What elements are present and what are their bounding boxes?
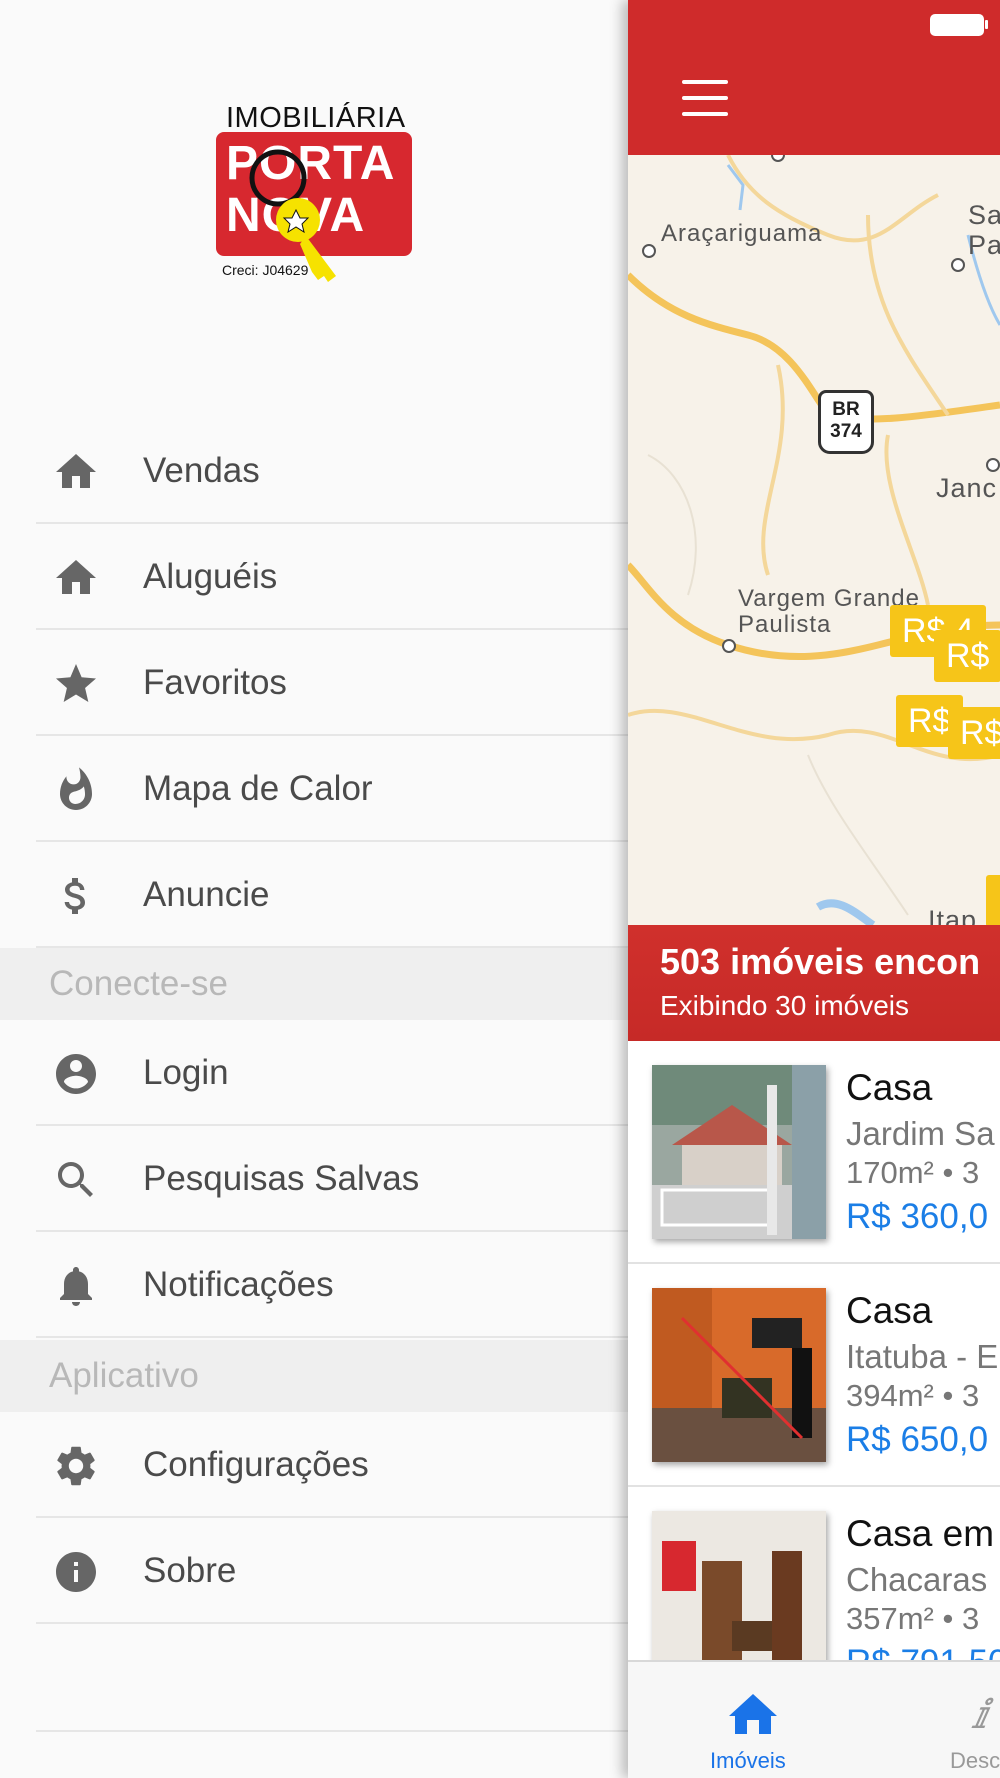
menu-item-login[interactable]: Login [36,1020,628,1126]
menu-item-label: Notificações [143,1265,334,1304]
menu-item-vendas[interactable]: Vendas [36,418,628,524]
hamburger-icon[interactable] [682,80,728,116]
menu-item-anuncie[interactable]: Anuncie [36,842,628,948]
menu-item-alugueis[interactable]: Aluguéis [36,524,628,630]
fire-icon [60,767,92,810]
menu-item-label: Pesquisas Salvas [143,1159,420,1198]
listing-card[interactable]: Casa Itatuba - E 394m² • 3 R$ 650,0 [628,1264,1000,1487]
map-label-city: Araçariguama [661,220,823,247]
listing-price: R$ 360,0 [846,1197,989,1236]
map-roads [628,155,1000,925]
map-label-city: Itap [928,905,978,925]
tab-label: Desc [950,1748,1000,1773]
price-pin[interactable]: R$ [934,630,1000,682]
listing-area: 357m² • 3 [846,1601,980,1636]
home-icon [56,454,96,488]
section-header-label: Aplicativo [49,1356,199,1395]
listing-area: 394m² • 3 [846,1378,980,1413]
results-showing: Exibindo 30 imóveis [660,990,910,1021]
menu-item-label: Configurações [143,1445,369,1484]
side-menu: IMOBILIÁRIA PORTA NOVA Creci: J04629 Ven… [0,0,628,1778]
results-banner: 503 imóveis encon Exibindo 30 imóveis [628,925,1000,1041]
gear-icon [57,1446,95,1486]
listing-photo [652,1065,826,1239]
results-count: 503 imóveis encon [660,941,981,982]
menu-item-favoritos[interactable]: Favoritos [36,630,628,736]
map-label-city: Paulista [738,611,832,638]
menu-item-label: Aluguéis [143,557,278,596]
menu-item-label: Anuncie [143,875,270,914]
listing-photo [652,1511,826,1685]
home-icon [56,560,96,594]
map-label-city: Janc [936,473,998,503]
tab-label: Imóveis [710,1748,786,1773]
home-icon [729,1694,777,1734]
bell-icon [60,1267,92,1306]
listing-title: Casa em [846,1513,995,1554]
section-header-label: Conecte-se [49,964,228,1003]
listing-location: Itatuba - E [846,1338,999,1375]
company-logo: IMOBILIÁRIA PORTA NOVA Creci: J04629 [216,98,412,294]
listing-location: Chacaras [846,1561,988,1598]
discover-icon: ⅈ [973,1692,989,1738]
logo-creci: Creci: J04629 [222,262,309,278]
menu-divider [36,1730,628,1732]
battery-icon [930,14,984,36]
search-icon [58,1162,93,1197]
menu-item-label: Favoritos [143,663,287,702]
listing-location: Jardim Sa [846,1115,995,1152]
price-pin[interactable]: R$ [948,707,1000,759]
listing-title: Casa [846,1290,933,1331]
menu-item-notificacoes[interactable]: Notificações [36,1232,628,1338]
menu-item-sobre[interactable]: Sobre [36,1518,628,1624]
map-label-city: Sa [968,200,1000,230]
listing-card[interactable]: Casa Jardim Sa 170m² • 3 R$ 360,0 [628,1041,1000,1264]
tab-bar: Imóveis ⅈ Desc [628,1660,1000,1778]
listing-title: Casa [846,1067,933,1108]
battery-tip [985,20,988,29]
listing-price: R$ 650,0 [846,1420,989,1459]
info-icon [56,1552,96,1592]
listing-photo [652,1288,826,1462]
road-shield-top: BR [832,399,860,420]
map-view[interactable]: Araçariguama Sa Pa Janc Vargem Grande Pa… [628,155,1000,925]
map-label-city: Pa [968,230,1000,260]
account-icon [56,1054,96,1094]
price-pin[interactable] [986,875,1000,925]
menu-item-label: Vendas [143,451,260,490]
menu-item-mapa-de-calor[interactable]: Mapa de Calor [36,736,628,842]
dollar-icon [64,878,85,914]
section-header-connect: Conecte-se [0,948,628,1020]
menu-item-label: Login [143,1053,229,1092]
menu-item-configuracoes[interactable]: Configurações [36,1412,628,1518]
top-navigation-bar [628,0,1000,155]
section-header-app: Aplicativo [0,1340,628,1412]
menu-item-label: Sobre [143,1551,237,1590]
menu-item-pesquisas-salvas[interactable]: Pesquisas Salvas [36,1126,628,1232]
main-panel[interactable]: Araçariguama Sa Pa Janc Vargem Grande Pa… [628,0,1000,1778]
road-shield-icon: BR 374 [818,390,874,454]
listing-area: 170m² • 3 [846,1155,980,1190]
app-screen: IMOBILIÁRIA PORTA NOVA Creci: J04629 Ven… [0,0,1000,1778]
star-icon [56,664,96,702]
menu-item-label: Mapa de Calor [143,769,373,808]
road-shield-number: 374 [830,421,862,442]
